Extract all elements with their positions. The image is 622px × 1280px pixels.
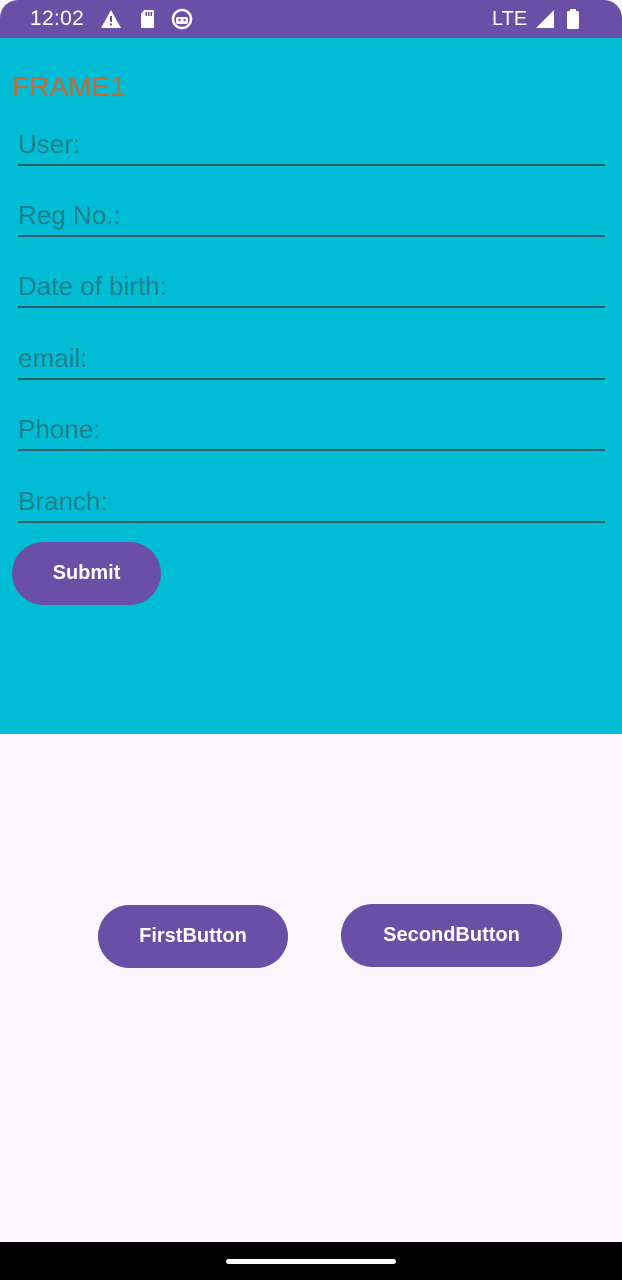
first-button[interactable]: FirstButton (98, 905, 288, 968)
branch-placeholder: Branch: (18, 486, 108, 516)
date-of-birth-field[interactable]: Date of birth: (18, 270, 605, 308)
reg-no-field[interactable]: Reg No.: (18, 199, 605, 237)
email-field[interactable]: email: (18, 342, 605, 380)
signal-icon (534, 8, 556, 30)
reg-no-placeholder: Reg No.: (18, 200, 121, 230)
home-gesture-handle[interactable] (226, 1259, 396, 1264)
second-button[interactable]: SecondButton (341, 904, 562, 967)
branch-field[interactable]: Branch: (18, 485, 605, 523)
status-time: 12:02 (30, 7, 85, 30)
phone-field[interactable]: Phone: (18, 413, 605, 451)
frame1-container: FRAME1 User: Reg No.: Date of birth: ema… (0, 38, 622, 734)
android-icon (171, 8, 193, 30)
submit-button[interactable]: Submit (12, 542, 161, 605)
phone-placeholder: Phone: (18, 414, 101, 444)
warning-icon (100, 8, 122, 30)
date-of-birth-placeholder: Date of birth: (18, 271, 167, 301)
battery-icon (562, 8, 584, 30)
email-placeholder: email: (18, 343, 88, 373)
frame-title: FRAME1 (12, 71, 126, 102)
sd-card-icon (137, 8, 159, 30)
navigation-bar (0, 1242, 622, 1280)
status-bar: 12:02 LTE (0, 0, 622, 38)
network-type: LTE (492, 8, 528, 30)
user-placeholder: User: (18, 129, 81, 159)
user-field[interactable]: User: (18, 128, 605, 166)
